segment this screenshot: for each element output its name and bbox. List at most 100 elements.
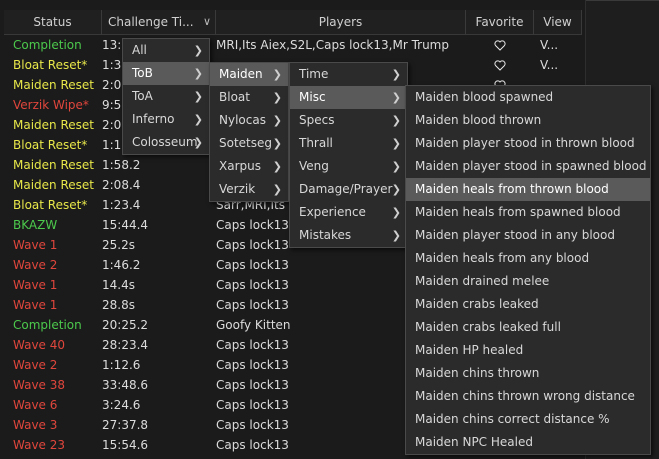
menu-item-label: Sotetseg	[219, 136, 273, 150]
row-status: Maiden Reset	[13, 118, 94, 132]
row-status: Maiden Reset	[13, 158, 94, 172]
menu-item-label: Verzik	[219, 182, 256, 196]
menu-item[interactable]: Maiden heals from any blood	[406, 247, 650, 270]
menu-item[interactable]: Maiden player stood in any blood	[406, 224, 650, 247]
filter-menu-category: All ❯ ToB ❯ ToA ❯ Inferno ❯ Colosseum ❯	[122, 38, 210, 155]
view-link[interactable]: V...	[540, 55, 580, 75]
chevron-right-icon: ❯	[272, 183, 282, 196]
chevron-right-icon: ❯	[193, 136, 203, 149]
favorite-toggle[interactable]	[470, 35, 530, 55]
menu-item-label: Misc	[299, 90, 326, 104]
menu-item[interactable]: Maiden drained melee	[406, 270, 650, 293]
row-time: 15:44.4	[102, 218, 149, 232]
chevron-right-icon: ❯	[272, 114, 282, 127]
menu-item[interactable]: Xarpus ❯	[210, 155, 288, 178]
row-status: Bloat Reset*	[13, 138, 88, 152]
menu-item[interactable]: Maiden ❯	[210, 63, 288, 86]
menu-item[interactable]: Veng ❯	[290, 155, 407, 178]
menu-item[interactable]: Maiden HP healed	[406, 339, 650, 362]
row-time: 27:37.8	[102, 418, 149, 432]
chevron-down-icon[interactable]: ∨	[203, 10, 211, 34]
row-time: 33:48.6	[102, 378, 149, 392]
menu-item[interactable]: All ❯	[123, 39, 209, 62]
row-status: Wave 2	[13, 358, 58, 372]
chevron-right-icon: ❯	[391, 229, 401, 242]
menu-item[interactable]: Mistakes ❯	[290, 224, 407, 247]
menu-item[interactable]: Maiden crabs leaked full	[406, 316, 650, 339]
chevron-right-icon: ❯	[272, 68, 282, 81]
row-status: Wave 1	[13, 238, 58, 252]
menu-item-label: Maiden chins thrown wrong distance	[415, 389, 635, 403]
menu-item[interactable]: Maiden player stood in thrown blood	[406, 132, 650, 155]
menu-item[interactable]: Maiden NPC Healed	[406, 431, 650, 454]
menu-item[interactable]: Maiden blood thrown	[406, 109, 650, 132]
chevron-right-icon: ❯	[272, 137, 282, 150]
menu-item[interactable]: Inferno ❯	[123, 108, 209, 131]
row-time: 2:08.4	[102, 178, 141, 192]
menu-item-label: Maiden heals from any blood	[415, 251, 590, 265]
menu-item-label: Bloat	[219, 90, 250, 104]
chevron-right-icon: ❯	[193, 113, 203, 126]
menu-item[interactable]: Colosseum ❯	[123, 131, 209, 154]
favorite-toggle[interactable]	[470, 55, 530, 75]
row-status: Maiden Reset	[13, 178, 94, 192]
raid-history-window: Status Challenge Ti... ∨ Players Favorit…	[0, 0, 659, 459]
row-time: 28.8s	[102, 298, 135, 312]
menu-item[interactable]: Sotetseg ❯	[210, 132, 288, 155]
header-view[interactable]: View	[534, 10, 582, 34]
table-row[interactable]: Completion 13:0 MRI,Its Aiex,S2L,Caps lock…	[4, 35, 582, 55]
menu-item[interactable]: Misc ❯	[290, 86, 407, 109]
menu-item[interactable]: Damage/Prayer ❯	[290, 178, 407, 201]
menu-item[interactable]: Time ❯	[290, 63, 407, 86]
menu-item-label: Maiden player stood in any blood	[415, 228, 615, 242]
header-challenge-time-label: Challenge Ti...	[108, 15, 194, 29]
row-status: Wave 3	[13, 418, 58, 432]
menu-item[interactable]: Maiden chins thrown wrong distance	[406, 385, 650, 408]
header-favorite[interactable]: Favorite	[466, 10, 534, 34]
row-time: 25.2s	[102, 238, 135, 252]
menu-item[interactable]: Maiden chins thrown	[406, 362, 650, 385]
menu-item[interactable]: ToB ❯	[123, 62, 209, 85]
menu-item[interactable]: Maiden chins correct distance %	[406, 408, 650, 431]
menu-item[interactable]: Maiden heals from spawned blood	[406, 201, 650, 224]
menu-item[interactable]: Thrall ❯	[290, 132, 407, 155]
menu-item[interactable]: Maiden crabs leaked	[406, 293, 650, 316]
menu-item[interactable]: Nylocas ❯	[210, 109, 288, 132]
menu-item-label: All	[132, 43, 147, 57]
header-challenge-time[interactable]: Challenge Ti... ∨	[102, 10, 216, 34]
menu-item[interactable]: Experience ❯	[290, 201, 407, 224]
row-time: 20:25.2	[102, 318, 149, 332]
menu-item-label: Maiden HP healed	[415, 343, 524, 357]
header-players[interactable]: Players	[216, 10, 466, 34]
menu-item[interactable]: Specs ❯	[290, 109, 407, 132]
chevron-right-icon: ❯	[391, 160, 401, 173]
filter-menu-room: Maiden ❯ Bloat ❯ Nylocas ❯ Sotetseg ❯ Xarpus ❯ Ver…	[209, 62, 289, 202]
menu-item-label: Veng	[299, 159, 329, 173]
menu-item[interactable]: Maiden blood spawned	[406, 86, 650, 109]
view-link[interactable]: V...	[540, 35, 580, 55]
heart-icon[interactable]	[494, 40, 506, 51]
filter-menu-metric: Maiden blood spawned Maiden blood thrown M…	[405, 85, 651, 455]
row-status: BKAZW	[13, 218, 58, 232]
menu-item[interactable]: Maiden heals from thrown blood	[406, 178, 650, 201]
row-status: Wave 1	[13, 278, 58, 292]
chevron-right-icon: ❯	[391, 183, 401, 196]
header-status[interactable]: Status	[4, 10, 102, 34]
menu-item-label: Inferno	[132, 112, 175, 126]
menu-item-label: Mistakes	[299, 228, 352, 242]
menu-item-label: Maiden player stood in thrown blood	[415, 136, 635, 150]
menu-item[interactable]: Maiden player stood in spawned blood	[406, 155, 650, 178]
menu-item[interactable]: ToA ❯	[123, 85, 209, 108]
menu-item[interactable]: Verzik ❯	[210, 178, 288, 201]
row-status: Wave 40	[13, 338, 66, 352]
chevron-right-icon: ❯	[391, 137, 401, 150]
menu-item-label: Maiden NPC Healed	[415, 435, 533, 449]
chevron-right-icon: ❯	[391, 68, 401, 81]
row-status: Wave 1	[13, 298, 58, 312]
menu-item-label: Maiden crabs leaked	[415, 297, 539, 311]
menu-item[interactable]: Bloat ❯	[210, 86, 288, 109]
row-time: 28:23.4	[102, 338, 149, 352]
heart-icon[interactable]	[494, 60, 506, 71]
menu-item-label: Colosseum	[132, 135, 198, 149]
row-time: 14.4s	[102, 278, 135, 292]
